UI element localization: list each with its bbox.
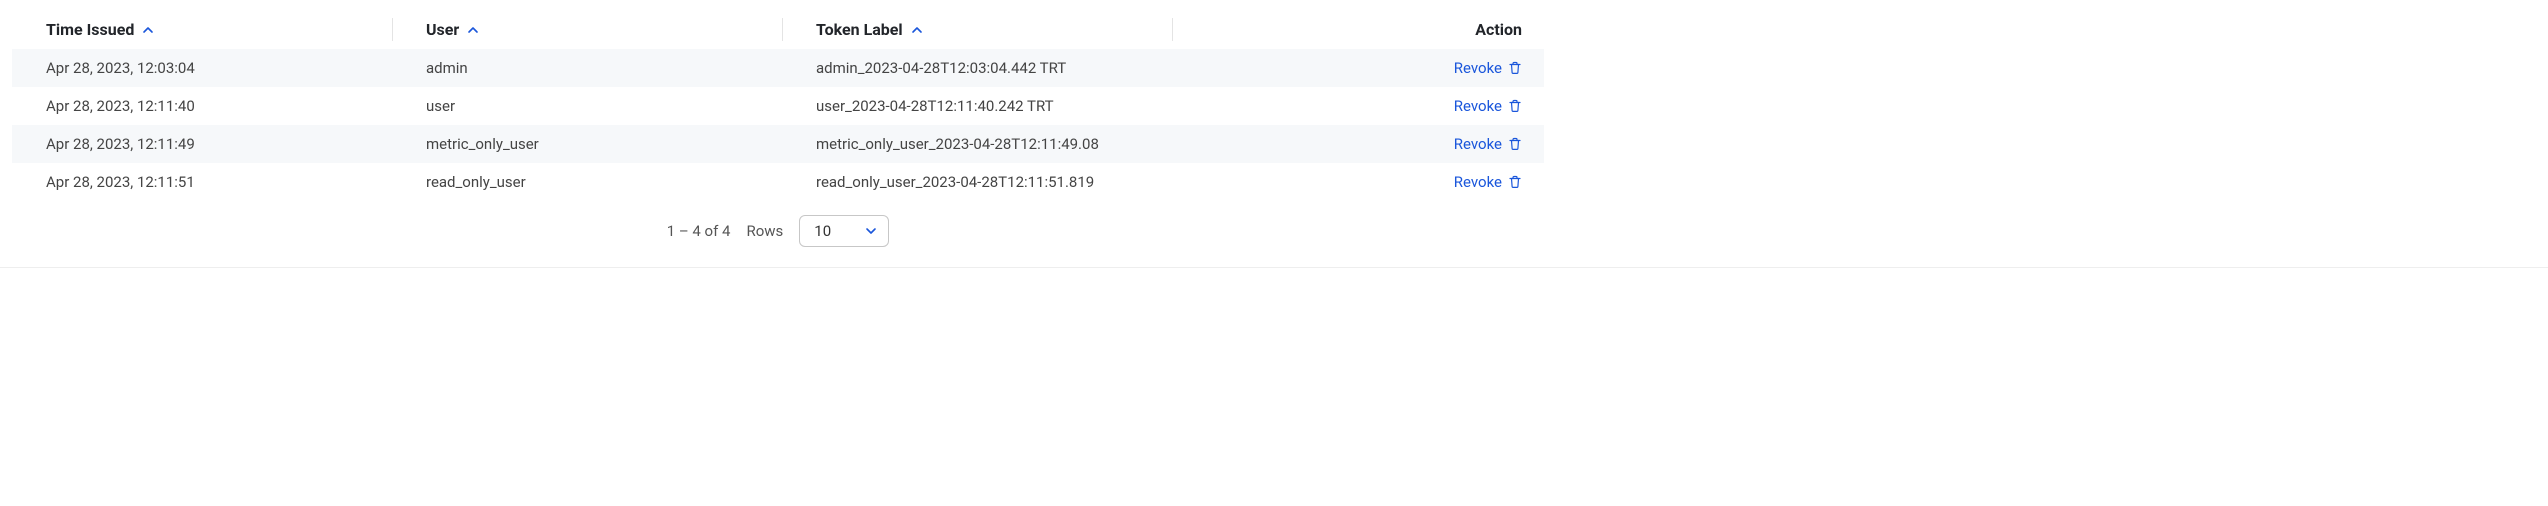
sort-asc-icon	[142, 24, 154, 36]
trash-icon	[1508, 137, 1522, 151]
revoke-button[interactable]: Revoke	[1454, 173, 1522, 191]
revoke-button-label: Revoke	[1454, 173, 1502, 191]
revoke-button[interactable]: Revoke	[1454, 135, 1522, 153]
chevron-down-icon	[864, 224, 878, 238]
revoke-button-label: Revoke	[1454, 135, 1502, 153]
cell-token-label: user_2023-04-28T12:11:40.242 TRT	[782, 87, 1172, 125]
rows-per-page-value: 10	[814, 222, 831, 240]
rows-label: Rows	[746, 222, 783, 240]
col-header-user-label: User	[426, 20, 459, 39]
trash-icon	[1508, 99, 1522, 113]
col-header-user[interactable]: User	[426, 20, 479, 39]
col-header-time-issued[interactable]: Time Issued	[46, 20, 154, 39]
cell-time-issued: Apr 28, 2023, 12:11:49	[12, 125, 392, 163]
cell-token-label: metric_only_user_2023-04-28T12:11:49.08	[782, 125, 1172, 163]
table-row: Apr 28, 2023, 12:03:04adminadmin_2023-04…	[12, 49, 1544, 87]
pagination-range: 1 – 4 of 4	[667, 222, 731, 240]
footer-separator	[0, 267, 2548, 268]
revoke-button-label: Revoke	[1454, 97, 1502, 115]
token-table: Time Issued User Token Label	[12, 10, 1544, 201]
revoke-button[interactable]: Revoke	[1454, 59, 1522, 77]
cell-time-issued: Apr 28, 2023, 12:11:40	[12, 87, 392, 125]
cell-token-label: read_only_user_2023-04-28T12:11:51.819	[782, 163, 1172, 201]
cell-time-issued: Apr 28, 2023, 12:11:51	[12, 163, 392, 201]
cell-token-label: admin_2023-04-28T12:03:04.442 TRT	[782, 49, 1172, 87]
token-table-wrap: Time Issued User Token Label	[0, 0, 1556, 257]
table-header-row: Time Issued User Token Label	[12, 10, 1544, 49]
cell-action: Revoke	[1172, 163, 1544, 201]
cell-action: Revoke	[1172, 49, 1544, 87]
col-header-token-label[interactable]: Token Label	[816, 20, 923, 39]
cell-user: read_only_user	[392, 163, 782, 201]
col-header-token-label-label: Token Label	[816, 20, 903, 39]
sort-asc-icon	[911, 24, 923, 36]
revoke-button[interactable]: Revoke	[1454, 97, 1522, 115]
pagination-bar: 1 – 4 of 4 Rows 10	[12, 201, 1544, 253]
rows-per-page-select[interactable]: 10	[799, 215, 889, 247]
cell-time-issued: Apr 28, 2023, 12:03:04	[12, 49, 392, 87]
table-row: Apr 28, 2023, 12:11:51read_only_userread…	[12, 163, 1544, 201]
table-row: Apr 28, 2023, 12:11:40useruser_2023-04-2…	[12, 87, 1544, 125]
trash-icon	[1508, 175, 1522, 189]
trash-icon	[1508, 61, 1522, 75]
cell-user: admin	[392, 49, 782, 87]
cell-action: Revoke	[1172, 125, 1544, 163]
cell-user: metric_only_user	[392, 125, 782, 163]
cell-action: Revoke	[1172, 87, 1544, 125]
col-header-time-issued-label: Time Issued	[46, 20, 134, 39]
sort-asc-icon	[467, 24, 479, 36]
revoke-button-label: Revoke	[1454, 59, 1502, 77]
col-header-action: Action	[1172, 10, 1544, 49]
table-row: Apr 28, 2023, 12:11:49metric_only_userme…	[12, 125, 1544, 163]
cell-user: user	[392, 87, 782, 125]
